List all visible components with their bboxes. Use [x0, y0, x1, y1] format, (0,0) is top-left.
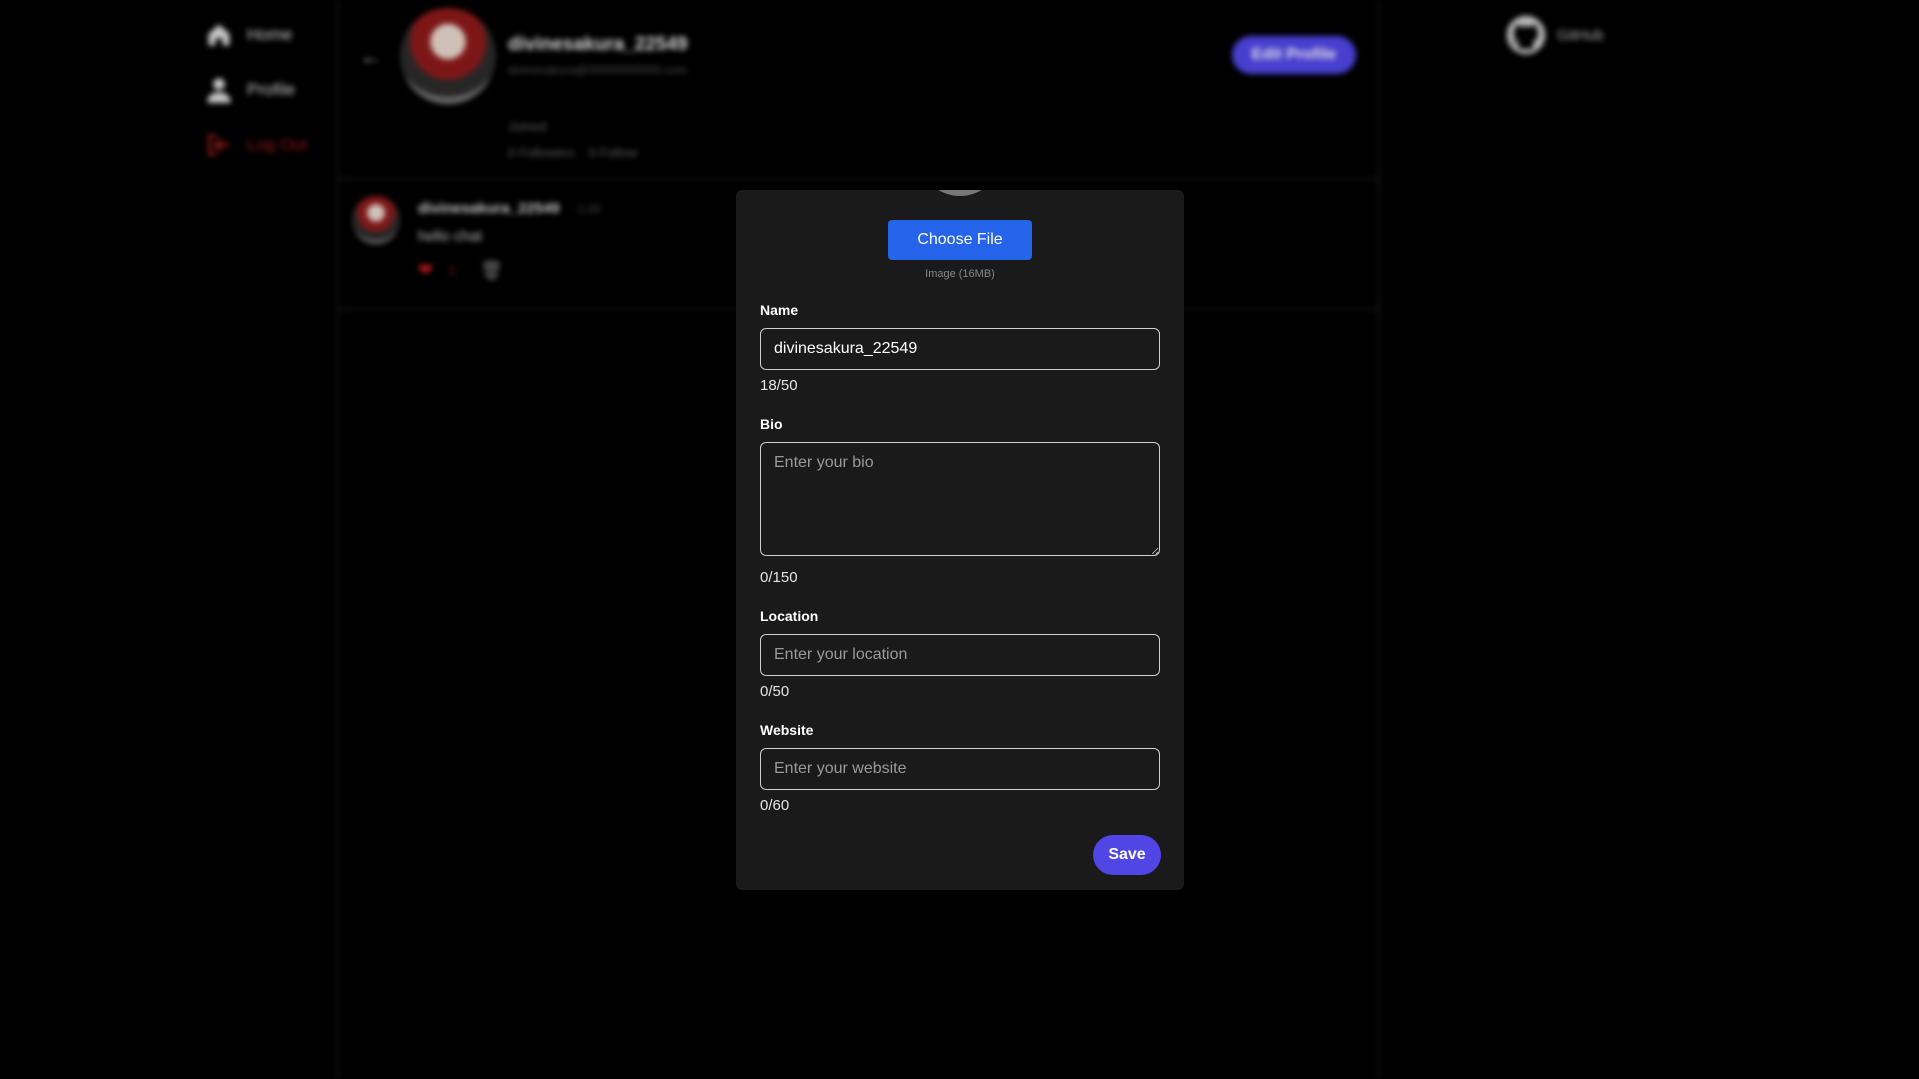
sidebar-item-profile[interactable]: Profile — [205, 75, 325, 105]
file-size-hint: Image (16MB) — [925, 268, 995, 280]
sidebar-item-label: Profile — [247, 80, 296, 99]
name-char-counter: 18/50 — [760, 377, 798, 394]
location-input[interactable] — [760, 634, 1160, 676]
following-count[interactable]: 0 Follow — [589, 145, 637, 160]
bio-char-counter: 0/150 — [760, 569, 798, 586]
sidebar-item-label: Home — [247, 25, 293, 44]
post-avatar — [352, 196, 400, 244]
location-char-counter: 0/50 — [760, 683, 790, 700]
bio-textarea[interactable] — [760, 442, 1160, 556]
save-button[interactable]: Save — [1093, 835, 1161, 875]
followers-count[interactable]: 0 Followers — [508, 145, 574, 160]
website-char-counter: 0/60 — [760, 797, 790, 814]
sidebar-item-logout[interactable]: Log Out — [205, 130, 325, 160]
bio-label: Bio — [760, 416, 783, 432]
profile-header: ← divinesakura_22549 divinesakura@000000… — [340, 0, 1378, 180]
profile-joined: Joined — [508, 119, 547, 134]
like-count: 1 — [448, 262, 456, 278]
choose-file-button[interactable]: Choose File — [888, 220, 1032, 260]
github-icon — [1506, 15, 1546, 55]
trash-icon[interactable]: 🗑 — [480, 260, 503, 281]
heart-icon[interactable]: ❤ — [418, 260, 433, 281]
github-link[interactable]: GitHub — [1505, 14, 1604, 56]
sidebar-nav: Home Profile Log Out — [205, 20, 325, 185]
location-label: Location — [760, 608, 819, 624]
profile-name: divinesakura_22549 — [508, 34, 688, 55]
website-input[interactable] — [760, 748, 1160, 790]
logout-icon — [208, 134, 230, 156]
sidebar-item-label: Log Out — [247, 135, 308, 154]
name-input[interactable] — [760, 328, 1160, 370]
profile-avatar — [400, 8, 496, 104]
name-label: Name — [760, 302, 799, 318]
user-icon — [207, 78, 231, 103]
back-arrow-icon[interactable]: ← — [360, 44, 382, 70]
avatar-preview — [918, 190, 1002, 196]
profile-email: divinesakura@00000000000.com — [508, 63, 687, 77]
post-text: hello chat — [418, 228, 483, 245]
sidebar-item-home[interactable]: Home — [205, 20, 325, 50]
github-label: GitHub — [1557, 26, 1604, 44]
edit-profile-modal: Choose File Image (16MB) Name 18/50 Bio … — [736, 190, 1184, 890]
edit-profile-button[interactable]: Edit Profile — [1231, 36, 1356, 74]
post-time: · 1:20 — [570, 202, 601, 216]
website-label: Website — [760, 722, 814, 738]
post-author: divinesakura_22549 — [418, 200, 560, 217]
home-icon — [208, 24, 230, 46]
profile-follow-counts: 0 Followers 0 Follow — [508, 145, 637, 160]
right-column-divider — [1378, 0, 1380, 1079]
left-column-divider — [337, 0, 339, 1079]
